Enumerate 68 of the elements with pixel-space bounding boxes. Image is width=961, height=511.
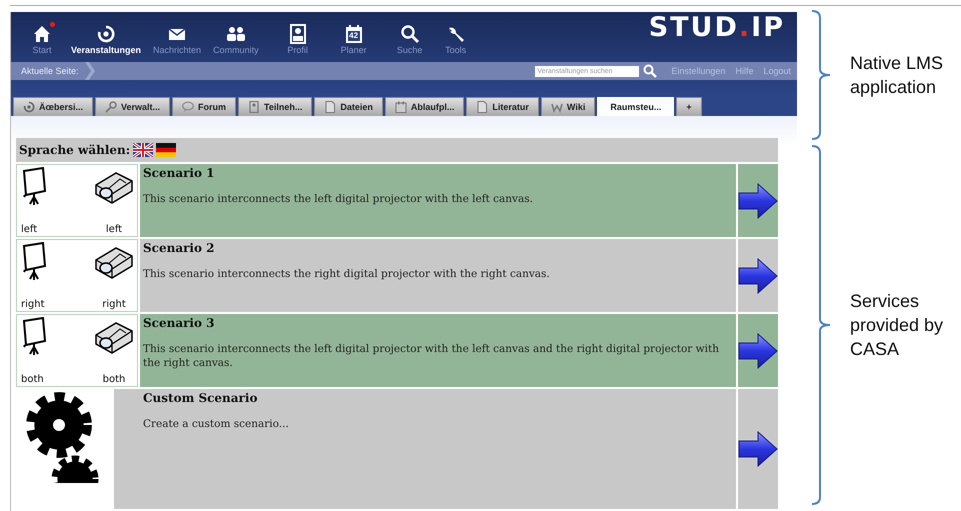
go-button[interactable] xyxy=(738,182,778,218)
go-button[interactable] xyxy=(738,431,778,467)
arrow-right-icon xyxy=(738,332,778,368)
tab[interactable]: Raumsteu... xyxy=(597,97,674,116)
spiral-icon xyxy=(96,24,116,44)
tab[interactable]: Forum xyxy=(172,97,236,116)
scenario-title: Scenario 3 xyxy=(143,316,216,330)
logo[interactable]: STUD.IP xyxy=(648,12,785,43)
spiral-icon xyxy=(23,101,35,113)
breadcrumb-label: Aktuelle Seite: xyxy=(21,66,79,76)
tab[interactable]: + xyxy=(676,97,702,116)
search-icon xyxy=(400,24,420,44)
nav-item[interactable]: Tools xyxy=(434,23,477,55)
annotation-label: Services provided by CASA xyxy=(850,290,944,361)
chevron-icon xyxy=(84,62,95,80)
calendar-day: 42 xyxy=(344,31,364,40)
screen-icon xyxy=(21,167,47,206)
tab[interactable]: Ablaufpl... xyxy=(384,97,464,116)
flag-icon xyxy=(156,143,176,157)
flag-button[interactable] xyxy=(156,143,176,157)
people-icon xyxy=(226,24,246,44)
screen-icon xyxy=(21,242,47,281)
calendar-icon xyxy=(344,24,364,44)
arrow-right-icon xyxy=(738,258,778,294)
flag-button[interactable] xyxy=(133,143,154,157)
projector-label: left xyxy=(106,224,122,235)
tab[interactable]: Literatur xyxy=(466,97,539,116)
screen-label: both xyxy=(21,374,44,385)
document-icon xyxy=(324,101,336,113)
arrow-right-icon xyxy=(738,431,778,467)
projector-label: right xyxy=(102,299,126,310)
nav-item[interactable]: Start xyxy=(21,23,63,55)
go-button[interactable] xyxy=(738,258,778,294)
tab[interactable]: Verwalt... xyxy=(95,97,170,116)
document-icon xyxy=(476,101,488,113)
go-button[interactable] xyxy=(738,332,778,368)
scenario-title: Scenario 2 xyxy=(143,241,216,255)
profile-icon xyxy=(288,24,308,44)
nav-item[interactable]: Veranstaltungen xyxy=(67,23,146,55)
scenario-title: Scenario 1 xyxy=(143,166,216,180)
language-label: Sprache wählen: xyxy=(19,143,130,157)
person-icon xyxy=(248,101,260,113)
scenario-description: This scenario interconnects the left digital projector with the left canvas and the right digital projector with the right canvas. xyxy=(143,342,720,370)
tab[interactable]: Dateien xyxy=(314,97,383,116)
speech-bubble-icon xyxy=(182,101,194,113)
nav-item[interactable]: Nachrichten xyxy=(149,23,206,55)
projector-label: both xyxy=(102,374,126,385)
tab[interactable]: Wiki xyxy=(540,97,596,116)
tab[interactable]: Teilneh... xyxy=(238,97,312,116)
nav-item[interactable]: Profil xyxy=(276,23,319,55)
scenario-title: Custom Scenario xyxy=(143,391,258,405)
scenario-description: Create a custom scenario... xyxy=(143,417,290,431)
screen-label: left xyxy=(21,224,38,235)
key-icon xyxy=(105,101,118,113)
arrow-right-icon xyxy=(738,182,778,218)
flag-icon xyxy=(133,143,154,157)
search-icon xyxy=(643,64,658,78)
nav-item[interactable]: Community xyxy=(209,23,263,55)
screen-label: right xyxy=(21,299,44,310)
nav-item[interactable]: Suche xyxy=(388,23,431,55)
tab[interactable]: Äœbersi... xyxy=(13,97,94,116)
screen-icon xyxy=(21,317,47,356)
calendar-icon xyxy=(394,101,407,113)
annotation-label: Native LMS application xyxy=(850,52,944,99)
scenario-description: This scenario interconnects the left digital projector with the left canvas. xyxy=(143,192,534,206)
scenario-description: This scenario interconnects the right digital projector with the right canvas. xyxy=(143,267,551,281)
nav-item[interactable]: 42 Planer xyxy=(332,23,375,55)
home-icon xyxy=(32,24,52,44)
